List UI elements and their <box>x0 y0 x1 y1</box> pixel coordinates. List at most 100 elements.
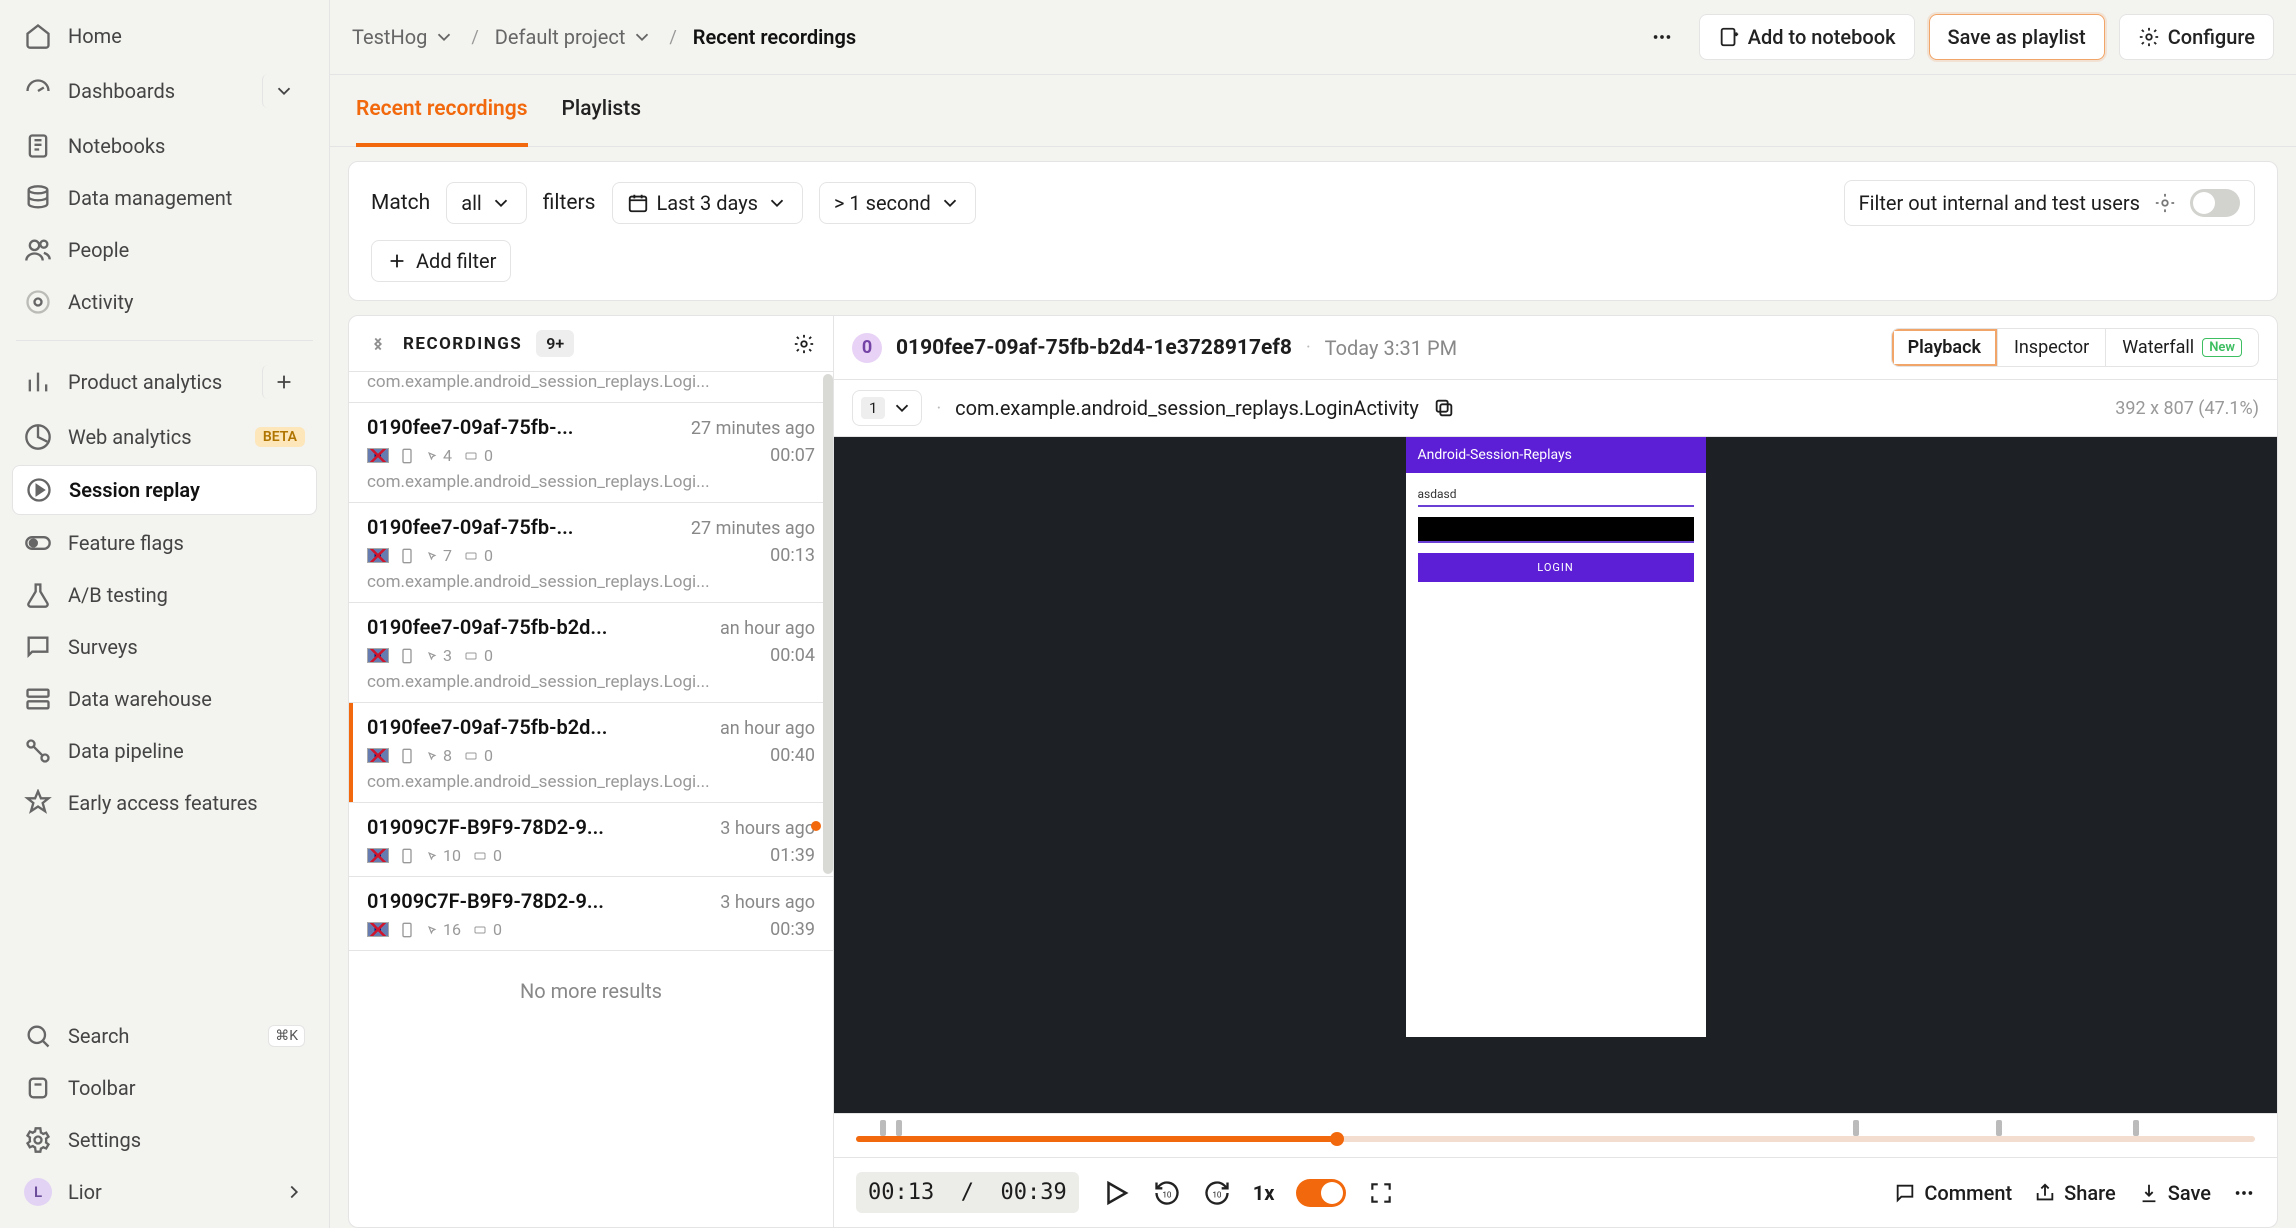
view-inspector[interactable]: Inspector <box>1998 329 2106 366</box>
recordings-body[interactable]: com.example.android_session_replays.Logi… <box>349 372 833 1227</box>
list-item[interactable]: 01909C7F-B9F9-78D2-9...3 hours ago 16 0 … <box>349 877 833 951</box>
fullscreen-button[interactable] <box>1368 1180 1394 1206</box>
device-password-field <box>1418 517 1694 543</box>
svg-text:10: 10 <box>1162 1189 1172 1199</box>
nav-product-analytics[interactable]: Product analytics <box>12 355 317 409</box>
duration-filter[interactable]: > 1 second <box>819 182 976 224</box>
configure-button[interactable]: Configure <box>2119 14 2274 60</box>
rewind-button[interactable]: 10 <box>1153 1179 1181 1207</box>
internal-users-toggle[interactable] <box>2190 189 2240 217</box>
view-playback[interactable]: Playback <box>1892 329 1998 366</box>
timeline-handle[interactable] <box>1330 1132 1344 1146</box>
timeline[interactable] <box>834 1113 2277 1157</box>
nav-early-access[interactable]: Early access features <box>12 779 317 827</box>
search-kbd: ⌘K <box>268 1025 305 1047</box>
nav-data-warehouse[interactable]: Data warehouse <box>12 675 317 723</box>
recording-id: 01909C7F-B9F9-78D2-9... <box>367 815 710 839</box>
recording-age: 3 hours ago <box>720 892 815 913</box>
tab-recent[interactable]: Recent recordings <box>356 75 528 147</box>
add-filter-button[interactable]: Add filter <box>371 240 511 282</box>
comment-button[interactable]: Comment <box>1894 1181 2012 1205</box>
nav-label: Activity <box>68 290 133 314</box>
nav-surveys[interactable]: Surveys <box>12 623 317 671</box>
flag-icon <box>367 648 389 663</box>
nav-settings[interactable]: Settings <box>12 1116 317 1164</box>
view-waterfall[interactable]: WaterfallNew <box>2106 329 2258 366</box>
copy-icon[interactable] <box>1433 397 1455 419</box>
breadcrumb-org[interactable]: TestHog <box>352 25 455 49</box>
list-item[interactable]: 0190fee7-09af-75fb-...27 minutes ago 7 0… <box>349 503 833 603</box>
nav-activity[interactable]: Activity <box>12 278 317 326</box>
player-header: 0 0190fee7-09af-75fb-b2d4-1e3728917ef8 ·… <box>834 316 2277 380</box>
recording-activity: com.example.android_session_replays.Logi… <box>367 472 815 492</box>
forward-button[interactable]: 10 <box>1203 1179 1231 1207</box>
timeline-progress <box>856 1136 1337 1142</box>
match-select[interactable]: all <box>446 182 527 224</box>
nav-toolbar[interactable]: Toolbar <box>12 1064 317 1112</box>
notebook-icon <box>24 132 52 160</box>
scrollbar[interactable] <box>823 374 833 874</box>
flag-icon <box>367 448 389 463</box>
gear-icon[interactable] <box>2154 192 2176 214</box>
session-id[interactable]: 0190fee7-09af-75fb-b2d4-1e3728917ef8 <box>896 336 1292 360</box>
share-button[interactable]: Share <box>2034 1181 2116 1205</box>
more-icon[interactable] <box>1639 16 1685 58</box>
date-filter[interactable]: Last 3 days <box>612 182 803 224</box>
plus-icon[interactable] <box>262 365 305 399</box>
nav-label: Dashboards <box>68 79 175 103</box>
recordings-title: RECORDINGS <box>403 334 522 354</box>
nav-session-replay[interactable]: Session replay <box>12 465 317 515</box>
nav-ab-testing[interactable]: A/B testing <box>12 571 317 619</box>
add-to-notebook-button[interactable]: Add to notebook <box>1699 14 1915 60</box>
speed-button[interactable]: 1x <box>1253 1181 1275 1205</box>
play-button[interactable] <box>1101 1178 1131 1208</box>
nav-people[interactable]: People <box>12 226 317 274</box>
page-select[interactable]: 1 <box>852 390 922 426</box>
divider <box>16 340 313 341</box>
nav-account[interactable]: L Lior <box>12 1168 317 1216</box>
gear-icon[interactable] <box>793 333 815 355</box>
recording-id: 0190fee7-09af-75fb-... <box>367 415 681 439</box>
nav-web-analytics[interactable]: Web analytics BETA <box>12 413 317 461</box>
list-item[interactable]: 0190fee7-09af-75fb-b2d...an hour ago 8 0… <box>349 703 833 803</box>
device-icon <box>399 546 415 566</box>
tab-playlists[interactable]: Playlists <box>562 75 642 146</box>
list-item[interactable]: 0190fee7-09af-75fb-b2d...an hour ago 3 0… <box>349 603 833 703</box>
recording-id: 01909C7F-B9F9-78D2-9... <box>367 889 710 913</box>
timeline-event <box>896 1120 902 1136</box>
recording-id: 0190fee7-09af-75fb-b2d... <box>367 615 710 639</box>
nav-label: A/B testing <box>68 583 168 607</box>
nav-home[interactable]: Home <box>12 12 317 60</box>
more-icon[interactable] <box>2233 1182 2255 1204</box>
search-icon <box>24 1022 52 1050</box>
collapse-icon[interactable] <box>367 333 389 355</box>
device-icon <box>399 446 415 466</box>
nav-dashboards[interactable]: Dashboards <box>12 64 317 118</box>
nav-data-management[interactable]: Data management <box>12 174 317 222</box>
nav-search[interactable]: Search ⌘K <box>12 1012 317 1060</box>
list-item[interactable]: com.example.android_session_replays.Logi… <box>349 372 833 403</box>
internal-users-filter[interactable]: Filter out internal and test users <box>1844 180 2255 226</box>
nav-data-pipeline[interactable]: Data pipeline <box>12 727 317 775</box>
toggle-icon <box>24 529 52 557</box>
player-viewport: Android-Session-Replays asdasd LOGIN <box>834 437 2277 1113</box>
chevron-down-icon[interactable] <box>262 74 305 108</box>
clicks-count: 7 <box>425 546 452 565</box>
recordings-header: RECORDINGS 9+ <box>349 316 833 372</box>
skip-toggle[interactable] <box>1296 1179 1346 1207</box>
breadcrumb-project[interactable]: Default project <box>495 25 654 49</box>
nav-label: Notebooks <box>68 134 165 158</box>
page-activity: com.example.android_session_replays.Logi… <box>955 396 1419 420</box>
recording-activity: com.example.android_session_replays.Logi… <box>367 672 815 692</box>
topbar: TestHog / Default project / Recent recor… <box>330 0 2296 75</box>
list-item[interactable]: 01909C7F-B9F9-78D2-9...3 hours ago 10 0 … <box>349 803 833 877</box>
chat-icon <box>24 633 52 661</box>
list-item[interactable]: 0190fee7-09af-75fb-...27 minutes ago 4 0… <box>349 403 833 503</box>
nav-notebooks[interactable]: Notebooks <box>12 122 317 170</box>
recording-activity: com.example.android_session_replays.Logi… <box>367 772 815 792</box>
save-as-playlist-button[interactable]: Save as playlist <box>1929 14 2105 60</box>
no-more-results: No more results <box>349 951 833 1031</box>
save-button[interactable]: Save <box>2138 1181 2211 1205</box>
recording-id: 0190fee7-09af-75fb-... <box>367 515 681 539</box>
nav-feature-flags[interactable]: Feature flags <box>12 519 317 567</box>
